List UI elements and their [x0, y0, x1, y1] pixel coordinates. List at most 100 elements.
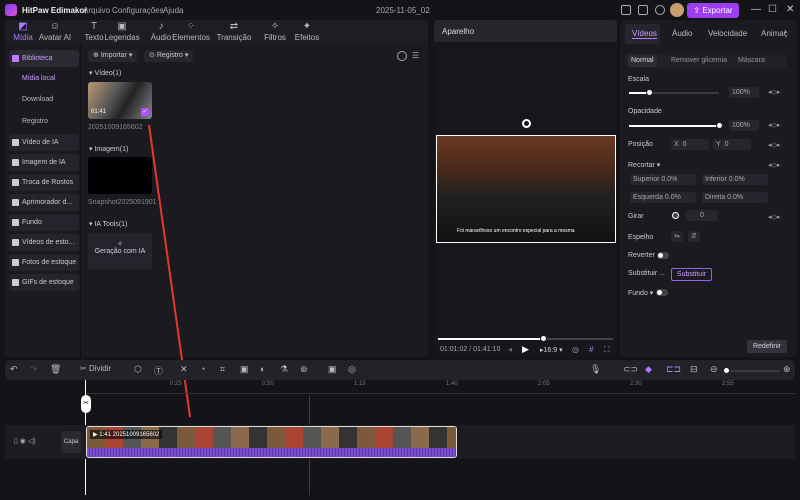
mask-icon[interactable]: ⊛: [300, 364, 308, 375]
fit-icon[interactable]: ⊟: [690, 364, 698, 375]
playhead-handle-icon[interactable]: ✂: [81, 395, 91, 413]
sidebar-item-2[interactable]: Troca de Rostos: [9, 174, 79, 191]
export-button[interactable]: ⇪ Exportar: [687, 3, 739, 18]
preview-video[interactable]: Foi maravilhoso um encontro especial par…: [436, 135, 616, 243]
sidebar-item-3[interactable]: Aprimorador d...: [9, 194, 79, 211]
crop-icon[interactable]: ◔: [200, 364, 205, 374]
opacity-slider[interactable]: [629, 125, 719, 127]
rotate-dial[interactable]: [672, 212, 679, 219]
tool-1[interactable]: ☺ Avatar AI: [36, 21, 74, 42]
ai-generation-card[interactable]: ✧ Geração com IA: [88, 233, 152, 269]
zoom-out-icon[interactable]: ⊖: [710, 364, 718, 375]
magnet-icon[interactable]: ⊏⊐: [666, 364, 681, 375]
undo-icon[interactable]: ↶: [10, 364, 18, 375]
snapshot-icon[interactable]: ◎: [572, 345, 579, 354]
sidebar-sub-download[interactable]: Download: [22, 96, 53, 103]
opacity-input[interactable]: 100%: [729, 120, 759, 131]
keyframe-icon[interactable]: ◂◇▸: [768, 88, 780, 96]
tab-velocidade[interactable]: Velocidade: [708, 29, 747, 38]
crop-left-input[interactable]: Esquerda 0.0%: [630, 192, 696, 203]
preview-progress[interactable]: [438, 338, 613, 340]
position-x-input[interactable]: X 0: [671, 139, 709, 150]
sidebar-item-5[interactable]: Vídeos de esto...: [9, 234, 79, 251]
freeze-icon[interactable]: ⌗: [220, 364, 225, 375]
ai-tools-section[interactable]: ▾ IA Tools(1): [89, 220, 127, 228]
image-thumbnail[interactable]: [88, 157, 152, 194]
menu-arquivo[interactable]: Arquivo: [83, 6, 110, 15]
replace-button[interactable]: Substituir: [671, 268, 712, 281]
feedback-icon[interactable]: [638, 5, 648, 15]
video-thumbnail[interactable]: 01:41 ✓: [88, 82, 152, 119]
flip-vertical-icon[interactable]: ⇵: [688, 231, 700, 242]
maximize-icon[interactable]: ☐: [768, 4, 777, 15]
crop-top-input[interactable]: Superior 0.0%: [630, 174, 696, 185]
marker-icon[interactable]: ⬡: [134, 364, 142, 375]
detach-icon[interactable]: ▣: [328, 364, 337, 375]
subtab-mascara[interactable]: Máscara: [738, 57, 765, 64]
layout-icon[interactable]: [621, 5, 631, 15]
sidebar-item-1[interactable]: Imagem de IA: [9, 154, 79, 171]
link-icon[interactable]: ⊂⊃: [623, 364, 638, 375]
close-icon[interactable]: ✕: [786, 4, 794, 15]
sidebar-item-6[interactable]: Fotos de estoque: [9, 254, 79, 271]
reverse-icon[interactable]: ▣: [240, 364, 249, 375]
sidebar-item-0[interactable]: Vídeo de IA: [9, 134, 79, 151]
scale-input[interactable]: 100%: [729, 87, 759, 98]
sidebar-sub-registro[interactable]: Registro: [22, 118, 48, 125]
menu-ajuda[interactable]: Ajuda: [163, 6, 183, 15]
play-icon[interactable]: ▶: [522, 344, 529, 355]
color-icon[interactable]: ◎: [348, 364, 356, 375]
zoom-in-icon[interactable]: ⊕: [783, 364, 791, 375]
effect-icon[interactable]: ⚗: [280, 364, 288, 375]
crop-right-input[interactable]: Direita 0.0%: [702, 192, 768, 203]
prev-frame-icon[interactable]: ◂: [508, 345, 512, 354]
position-y-input[interactable]: Y 0: [713, 139, 751, 150]
tool-8[interactable]: ✦ Efeitos: [288, 21, 326, 42]
zoom-slider[interactable]: [725, 370, 780, 372]
progress-knob[interactable]: [540, 335, 547, 342]
microphone-icon[interactable]: 🎙: [590, 364, 601, 375]
delete-icon[interactable]: 🗑: [50, 364, 61, 375]
speed-icon[interactable]: ✕: [180, 364, 188, 375]
subtab-normal[interactable]: Normal: [628, 55, 657, 67]
opacity-knob[interactable]: [716, 122, 723, 129]
reverse-toggle[interactable]: [657, 252, 669, 259]
rotate-input[interactable]: 0: [686, 210, 718, 221]
download-icon[interactable]: [655, 5, 665, 15]
checked-icon[interactable]: ✓: [141, 108, 149, 116]
import-button[interactable]: ⊕ Importar ▾: [88, 50, 138, 62]
cover-button[interactable]: Capa: [61, 431, 81, 453]
timeline-ruler[interactable]: [86, 380, 796, 394]
scale-knob[interactable]: [646, 89, 653, 96]
crop-bottom-input[interactable]: Inferior 0.0%: [702, 174, 768, 185]
redo-icon[interactable]: ↷: [30, 364, 38, 375]
search-icon[interactable]: [397, 51, 407, 61]
sidebar-item-biblioteca[interactable]: Biblioteca: [9, 50, 79, 67]
flip-horizontal-icon[interactable]: ⇋: [671, 231, 683, 242]
tool-5[interactable]: ⁘ Elementos: [172, 21, 210, 42]
record-button[interactable]: ⊙ Registro ▾: [144, 50, 194, 62]
snap-icon[interactable]: ◆: [645, 364, 652, 375]
video-section[interactable]: ▾ Vídeo(1): [89, 69, 121, 77]
video-clip[interactable]: ▶ 1:41 20251009165602: [86, 426, 457, 458]
aspect-ratio-select[interactable]: ▸16:9 ▾: [540, 346, 563, 354]
scale-slider[interactable]: [629, 92, 719, 94]
minimize-icon[interactable]: —: [751, 4, 761, 15]
list-view-icon[interactable]: ☰: [412, 51, 419, 60]
rotate-handle-icon[interactable]: [522, 119, 531, 128]
keyframe-icon[interactable]: ◂◇▸: [768, 161, 780, 169]
background-label[interactable]: Fundo ▾: [628, 289, 653, 297]
keyframe-icon[interactable]: ◂◇▸: [768, 141, 780, 149]
tool-3[interactable]: ▣ Legendas: [103, 21, 141, 42]
keyframe-icon[interactable]: ◂◇▸: [768, 213, 780, 221]
menu-configuracoes[interactable]: Configurações: [112, 6, 164, 15]
tool-6[interactable]: ⇄ Transição: [215, 21, 253, 42]
fullscreen-icon[interactable]: ⛶: [604, 345, 610, 355]
sidebar-item-4[interactable]: Fundo: [9, 214, 79, 231]
split-button[interactable]: ✂ Dividir: [80, 364, 111, 373]
chevron-right-icon[interactable]: ›: [784, 27, 787, 36]
avatar[interactable]: [670, 3, 684, 17]
text-icon[interactable]: Ⓣ: [154, 364, 163, 377]
keyframe-icon[interactable]: ◂◇▸: [768, 121, 780, 129]
subtab-remover[interactable]: Remover glicemia: [671, 57, 727, 64]
